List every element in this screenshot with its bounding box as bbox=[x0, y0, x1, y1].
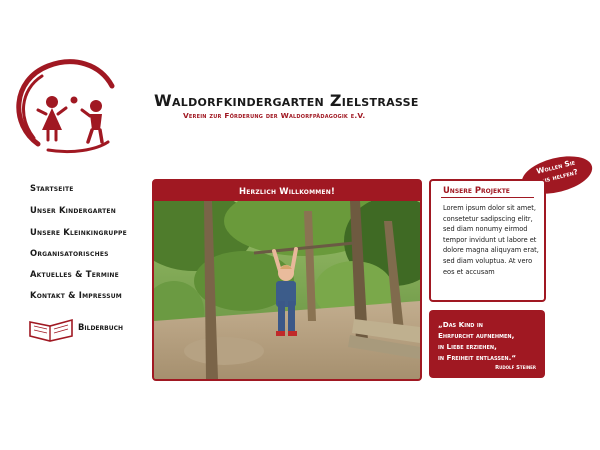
main-navigation: Startseite Unser Kindergarten Unsere Kle… bbox=[30, 181, 127, 310]
site-title: Waldorfkindergarten Zielstrasse bbox=[154, 91, 419, 110]
bilderbuch-label: Bilderbuch bbox=[78, 322, 124, 332]
projects-box: Unsere Projekte Lorem ipsum dolor sit am… bbox=[429, 179, 546, 302]
welcome-panel: Herzlich Willkommen! bbox=[152, 179, 422, 381]
projects-text: Lorem ipsum dolor sit amet, consetetur s… bbox=[443, 204, 539, 276]
site-subtitle: Verein zur Förderung der Waldorfpädagogi… bbox=[183, 111, 366, 120]
welcome-photo bbox=[154, 201, 420, 379]
quote-text: „Das Kind in Ehrfurcht aufnehmen, in Lie… bbox=[438, 320, 517, 362]
nav-item-unser-kindergarten[interactable]: Unser Kindergarten bbox=[30, 203, 127, 224]
quote-box: „Das Kind in Ehrfurcht aufnehmen, in Lie… bbox=[429, 310, 545, 378]
projects-divider bbox=[441, 197, 534, 198]
nav-item-aktuelles-termine[interactable]: Aktuelles & Termine bbox=[30, 267, 127, 288]
nav-item-organisatorisches[interactable]: Organisatorisches bbox=[30, 246, 127, 267]
bilderbuch-link[interactable]: Bilderbuch bbox=[28, 316, 138, 346]
children-playing-ball-logo bbox=[16, 59, 115, 154]
site-logo[interactable] bbox=[8, 54, 120, 154]
quote-author: Rudolf Steiner bbox=[495, 365, 536, 371]
nav-item-unsere-kleinkingruppe[interactable]: Unsere Kleinkingruppe bbox=[30, 225, 127, 246]
nav-item-startseite[interactable]: Startseite bbox=[30, 181, 127, 203]
projects-title[interactable]: Unsere Projekte bbox=[443, 185, 510, 195]
open-book-icon bbox=[29, 318, 73, 342]
welcome-heading: Herzlich Willkommen! bbox=[239, 186, 335, 196]
nav-item-kontakt-impressum[interactable]: Kontakt & Impressum bbox=[30, 288, 127, 309]
